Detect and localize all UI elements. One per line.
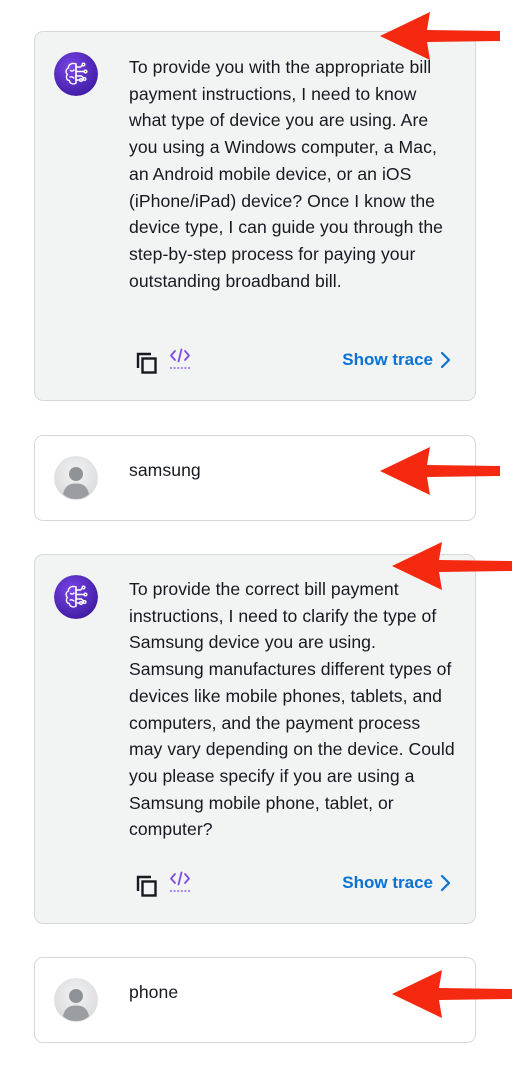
red-arrow-icon bbox=[380, 12, 500, 60]
code-icon[interactable] bbox=[169, 348, 191, 372]
red-arrow-icon bbox=[392, 970, 512, 1018]
red-arrow-icon bbox=[392, 542, 512, 590]
show-trace-label: Show trace bbox=[342, 873, 433, 892]
show-trace-button[interactable]: Show trace bbox=[342, 350, 451, 370]
code-icon[interactable] bbox=[169, 871, 191, 895]
chevron-right-icon bbox=[439, 874, 451, 892]
red-arrow-icon bbox=[380, 447, 500, 495]
ai-brain-icon bbox=[54, 575, 98, 619]
user-avatar-icon bbox=[54, 456, 98, 500]
user-avatar-icon bbox=[54, 978, 98, 1022]
assistant-message-card: To provide you with the appropriate bill… bbox=[34, 31, 476, 401]
message-actions: Show trace bbox=[35, 871, 475, 901]
show-trace-label: Show trace bbox=[342, 350, 433, 369]
ai-brain-icon bbox=[54, 52, 98, 96]
copy-icon[interactable] bbox=[135, 874, 159, 898]
copy-icon[interactable] bbox=[135, 351, 159, 375]
assistant-message-text: To provide the correct bill payment inst… bbox=[129, 579, 455, 840]
message-actions: Show trace bbox=[35, 348, 475, 378]
assistant-message-card: To provide the correct bill payment inst… bbox=[34, 554, 476, 924]
chevron-right-icon bbox=[439, 351, 451, 369]
show-trace-button[interactable]: Show trace bbox=[342, 873, 451, 893]
assistant-message-text: To provide you with the appropriate bill… bbox=[129, 57, 444, 291]
